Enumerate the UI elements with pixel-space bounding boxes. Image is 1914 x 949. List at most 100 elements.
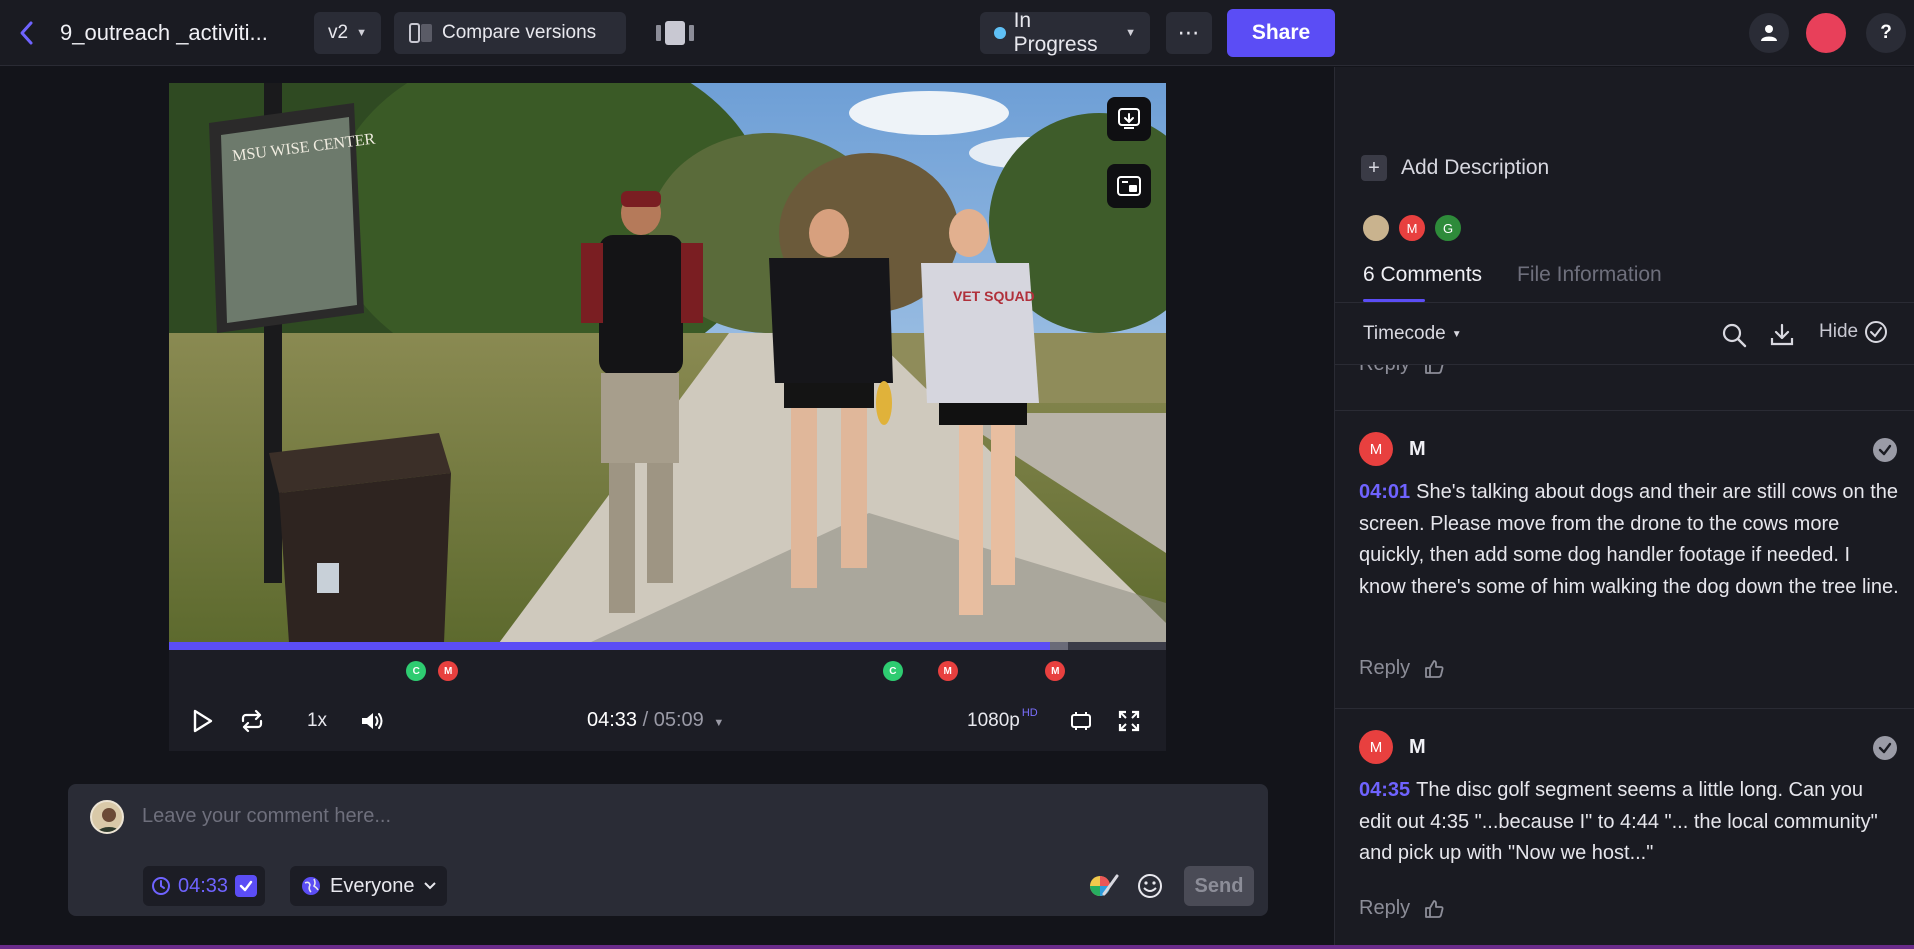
thumbs-up-icon[interactable]	[1424, 365, 1444, 375]
help-button[interactable]: ?	[1866, 13, 1906, 53]
sort-label: Timecode	[1363, 323, 1446, 344]
comment-composer: 04:33 Everyone Send	[68, 784, 1268, 916]
compare-versions-label: Compare versions	[442, 22, 597, 43]
volume-icon	[362, 713, 383, 729]
person-icon	[1761, 25, 1777, 41]
progress-scrubber[interactable]	[169, 642, 1166, 650]
comment-author: M	[1409, 438, 1426, 460]
comments-toolbar: Timecode ▼ Hide	[1335, 303, 1914, 365]
more-options-button[interactable]: ⋯	[1166, 12, 1212, 54]
status-label: In Progress	[1013, 9, 1098, 56]
audience-label: Everyone	[330, 874, 415, 897]
download-comments-button[interactable]	[1767, 320, 1797, 350]
reply-button[interactable]: Reply	[1359, 365, 1410, 376]
quality-button[interactable]: 1080p HD	[967, 706, 1051, 736]
globe-icon	[302, 877, 320, 895]
safe-zone-button[interactable]	[1067, 706, 1095, 736]
presentation-mode-button[interactable]	[654, 19, 696, 47]
search-comments-button[interactable]	[1719, 320, 1749, 350]
fullscreen-icon	[1118, 710, 1140, 732]
download-icon	[1770, 323, 1794, 346]
fullscreen-button[interactable]	[1115, 706, 1143, 736]
add-description-label: Add Description	[1401, 156, 1550, 179]
crop-frame-icon	[1071, 712, 1091, 730]
comment-marker[interactable]: M	[937, 661, 958, 681]
share-button[interactable]: Share	[1227, 9, 1335, 57]
timecode-checkbox[interactable]	[235, 875, 258, 897]
thumbs-up-icon[interactable]	[1424, 899, 1444, 919]
comment-timecode[interactable]: 04:01	[1359, 481, 1410, 503]
account-avatar[interactable]	[1806, 13, 1846, 53]
thumbs-up-icon[interactable]	[1424, 659, 1444, 679]
viewer-avatar[interactable]: G	[1433, 213, 1463, 243]
check-icon	[239, 880, 253, 892]
reply-button[interactable]: Reply	[1359, 657, 1410, 680]
comment-text: She's talking about dogs and their are s…	[1359, 481, 1899, 598]
picture-in-picture-button[interactable]	[1107, 164, 1151, 208]
pip-icon	[1117, 176, 1141, 196]
comment-marker[interactable]: M	[438, 661, 459, 681]
comment-marker[interactable]: M	[1045, 661, 1066, 681]
viewer-avatar[interactable]: M	[1397, 213, 1427, 243]
emoji-button[interactable]	[1136, 872, 1166, 902]
comment-marker[interactable]: C	[882, 661, 903, 681]
comment-marker-track: CMCMM	[169, 650, 1166, 692]
plus-icon: +	[1361, 155, 1387, 181]
time-display[interactable]: 04:33 / 05:09 ▼	[587, 709, 724, 732]
playback-speed-button[interactable]: 1x	[299, 706, 335, 736]
quality-label: 1080p	[967, 710, 1020, 731]
loop-button[interactable]	[235, 706, 269, 736]
hide-resolved-toggle[interactable]: Hide	[1819, 320, 1888, 344]
reply-button[interactable]: Reply	[1359, 897, 1410, 920]
top-bar: 9_outreach _activiti... v2 ▼ Compare ver…	[0, 0, 1914, 66]
volume-button[interactable]	[357, 706, 387, 736]
back-button[interactable]	[12, 18, 42, 48]
panel-tabs: 6 Comments File Information	[1335, 263, 1914, 303]
check-icon	[1878, 444, 1892, 456]
status-dropdown[interactable]: In Progress ▼	[980, 9, 1150, 56]
video-frame[interactable]: MSU WISE CENTER VET SQUAD	[169, 83, 1166, 643]
comment-body: 04:35 The disc golf segment seems a littl…	[1359, 775, 1899, 870]
chevron-down-icon: ▼	[356, 27, 367, 39]
status-dot	[994, 27, 1006, 39]
tab-comments[interactable]: 6 Comments	[1363, 263, 1482, 287]
comment-author-avatar: M	[1359, 432, 1393, 466]
user-profile-button[interactable]	[1749, 13, 1789, 53]
comment-author: M	[1409, 736, 1426, 758]
sort-dropdown[interactable]: Timecode ▼	[1363, 323, 1462, 345]
chevron-down-icon	[423, 882, 436, 890]
viewer-avatar[interactable]	[1361, 213, 1391, 243]
comment-timecode[interactable]: 04:35	[1359, 779, 1410, 801]
svg-text:VET SQUAD: VET SQUAD	[953, 288, 1035, 304]
audience-dropdown[interactable]: Everyone	[290, 866, 447, 906]
timecode-toggle[interactable]: 04:33	[143, 866, 266, 906]
video-still: MSU WISE CENTER VET SQUAD	[169, 83, 1166, 643]
add-description-button[interactable]: + Add Description	[1361, 155, 1549, 181]
loop-icon	[241, 709, 263, 733]
check-icon	[1878, 742, 1892, 754]
comment-body: 04:01 She's talking about dogs and their …	[1359, 477, 1899, 603]
version-dropdown[interactable]: v2 ▼	[314, 12, 381, 54]
player-controls: 1x 04:33 / 05:09 ▼ 1080p HD	[169, 692, 1166, 751]
comment-marker[interactable]: C	[406, 661, 427, 681]
download-frame-button[interactable]	[1107, 97, 1151, 141]
active-tab-indicator	[1363, 299, 1425, 302]
palette-brush-icon	[1090, 874, 1119, 896]
comment-text: The disc golf segment seems a little lon…	[1359, 779, 1878, 864]
file-name[interactable]: 9_outreach _activiti...	[60, 20, 268, 46]
compare-versions-button[interactable]: Compare versions	[394, 12, 626, 54]
resolve-comment-button[interactable]	[1873, 736, 1897, 760]
play-icon	[193, 709, 213, 733]
resolve-comment-button[interactable]	[1873, 438, 1897, 462]
comment-author-avatar: M	[1359, 730, 1393, 764]
draw-annotation-button[interactable]	[1086, 870, 1120, 902]
tab-file-information[interactable]: File Information	[1517, 263, 1662, 287]
send-button[interactable]: Send	[1184, 866, 1254, 906]
clock-icon	[152, 877, 170, 895]
current-user-avatar	[90, 800, 124, 834]
comment-input[interactable]	[142, 798, 1242, 834]
chevron-down-icon: ▼	[713, 717, 725, 729]
play-button[interactable]	[187, 706, 217, 736]
smiley-icon	[1138, 874, 1162, 898]
search-icon	[1722, 323, 1747, 348]
